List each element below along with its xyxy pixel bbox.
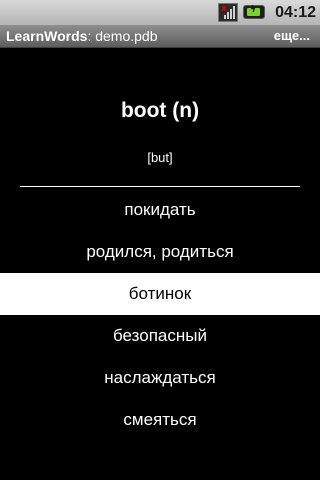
answer-option[interactable]: смеяться bbox=[0, 399, 320, 441]
answer-option[interactable]: родился, родиться bbox=[0, 231, 320, 273]
answer-option[interactable]: покидать bbox=[0, 189, 320, 231]
answer-option[interactable]: ботинок bbox=[0, 273, 320, 315]
word-transcription: [but] bbox=[147, 150, 173, 165]
app-title: LearnWords: demo.pdb bbox=[6, 25, 158, 47]
divider bbox=[20, 186, 300, 187]
answer-options: покидать родился, родиться ботинок безоп… bbox=[0, 189, 320, 441]
file-name: demo.pdb bbox=[95, 28, 158, 44]
battery-charging-icon: ϟ bbox=[243, 5, 265, 19]
word-text: boot (n) bbox=[120, 99, 200, 122]
app-name: LearnWords bbox=[6, 28, 88, 44]
answer-option[interactable]: наслаждаться bbox=[0, 357, 320, 399]
signal-icon: x bbox=[218, 3, 238, 22]
answer-option[interactable]: безопасный bbox=[0, 315, 320, 357]
status-bar: x ϟ 04:12 bbox=[0, 0, 320, 25]
more-button[interactable]: еще... bbox=[274, 25, 310, 47]
status-clock: 04:12 bbox=[275, 4, 316, 21]
title-bar: LearnWords: demo.pdb еще... bbox=[0, 25, 320, 48]
